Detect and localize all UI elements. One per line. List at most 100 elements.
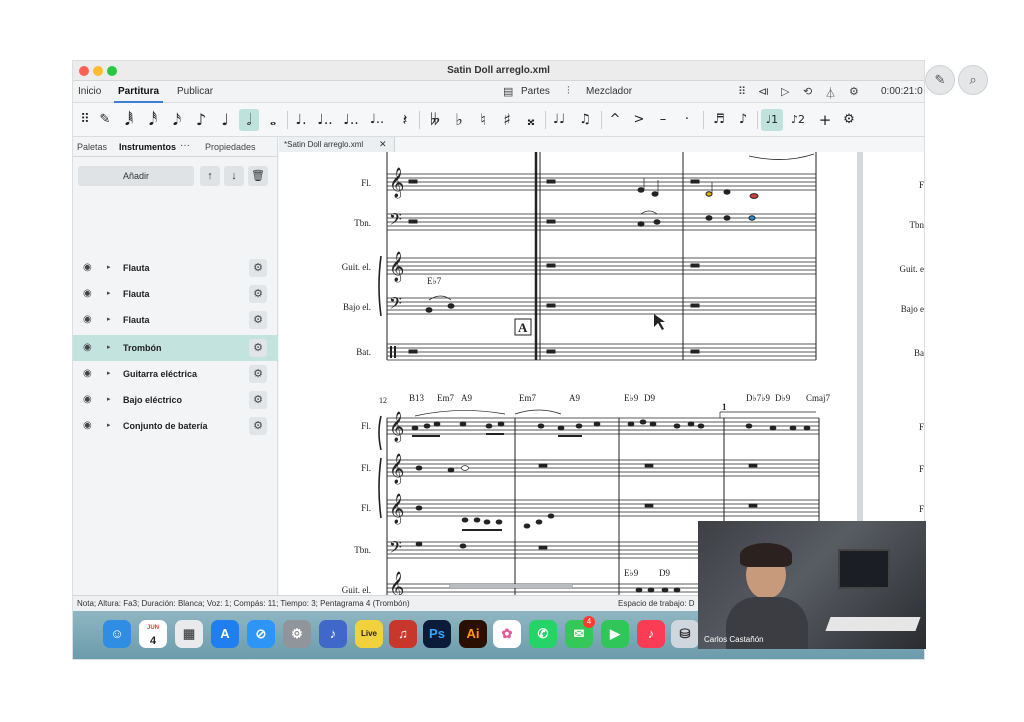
system-settings-icon[interactable]: ⚙ [283,620,311,648]
bass-clef-icon: 𝄢 [389,537,402,561]
expand-arrow-icon[interactable]: ▸ [107,369,111,377]
drag-handle-icon[interactable]: ⠿ [738,85,746,98]
visibility-eye-icon[interactable]: ◉ [83,288,92,299]
workspace-selector[interactable]: Espacio de trabajo: D [618,599,695,608]
visibility-eye-icon[interactable]: ◉ [83,394,92,405]
instrument-row[interactable]: ◉ ▸ Bajo eléctrico ⚙ [73,387,278,413]
play-icon[interactable]: ▷ [781,85,789,98]
expand-arrow-icon[interactable]: ▸ [107,289,111,297]
voice-1-button[interactable]: ♩1 [761,109,783,131]
instrument-row[interactable]: ◉ ▸ Guitarra eléctrica ⚙ [73,361,278,387]
expand-arrow-icon[interactable]: ▸ [107,315,111,323]
instrument-settings-icon[interactable]: ⚙ [249,339,267,357]
app-store-icon[interactable]: A [211,620,239,648]
move-up-icon[interactable]: ↑ [200,166,220,186]
finder-icon[interactable]: ☺ [103,620,131,648]
facetime-icon[interactable]: ▶ [601,620,629,648]
duration-eighth-icon[interactable]: ♪ [191,109,211,131]
tab-propiedades[interactable]: Propiedades [205,142,256,152]
instrument-settings-icon[interactable]: ⚙ [249,391,267,409]
playback-settings-icon[interactable]: ⚙ [849,85,859,98]
instrument-row[interactable]: ◉ ▸ Conjunto de batería ⚙ [73,413,278,439]
delete-icon[interactable]: 🗑 [248,166,268,186]
tab-instrumentos[interactable]: Instrumentos [119,142,176,152]
garageband-icon[interactable]: ♫ [389,620,417,648]
flip-direction-icon[interactable]: ♪ [733,109,753,131]
quadruple-dotted-note-icon[interactable]: ♩.. [367,109,387,131]
toolbar-handle-icon[interactable]: ⠿ [75,109,95,131]
accent-icon[interactable]: > [629,109,649,131]
add-icon[interactable]: + [815,109,835,131]
close-tab-icon[interactable]: ✕ [379,139,387,150]
rest-icon[interactable]: 𝄽 [395,109,415,131]
expand-arrow-icon[interactable]: ▸ [107,421,111,429]
whatsapp-icon[interactable]: ✆ [529,620,557,648]
duration-whole-icon[interactable]: 𝅝 [263,109,283,131]
instrument-settings-icon[interactable]: ⚙ [249,311,267,329]
dotted-note-icon[interactable]: ♩. [291,109,311,131]
duration-half-icon[interactable]: 𝅗𝅥 [239,109,259,131]
loop-icon[interactable]: ⟲ [803,85,812,98]
rewind-icon[interactable]: ⧏ [758,85,769,98]
tab-paletas[interactable]: Paletas [77,142,107,152]
toolbar-settings-icon[interactable]: ⚙ [839,109,859,131]
tab-partitura[interactable]: Partitura [113,86,164,103]
tuplet-icon[interactable]: ♬ [709,109,729,131]
double-dotted-note-icon[interactable]: ♩.. [315,109,335,131]
duration-quarter-icon[interactable]: ♩ [215,109,235,131]
staccato-icon[interactable]: · [677,109,697,131]
duration-32nd-icon[interactable]: 𝅘𝅥𝅰 [143,109,163,131]
instrument-row[interactable]: ◉ ▸ Flauta ⚙ [73,255,278,281]
edit-icon[interactable]: ✎ [925,65,955,95]
duration-16th-icon[interactable]: 𝅘𝅥𝅯 [167,109,187,131]
tenuto-icon[interactable]: – [653,109,673,131]
instrument-settings-icon[interactable]: ⚙ [249,417,267,435]
duration-64th-icon[interactable]: 𝅘𝅥𝅱 [119,109,139,131]
expand-arrow-icon[interactable]: ▸ [107,395,111,403]
visibility-eye-icon[interactable]: ◉ [83,368,92,379]
visibility-eye-icon[interactable]: ◉ [83,342,92,353]
instrument-row[interactable]: ◉ ▸ Flauta ⚙ [73,281,278,307]
visibility-eye-icon[interactable]: ◉ [83,262,92,273]
flat-icon[interactable]: ♭ [449,109,469,131]
tab-publicar[interactable]: Publicar [177,86,213,97]
disk-utility-icon[interactable]: ⛁ [671,620,699,648]
more-options-icon[interactable]: ··· [180,140,190,151]
instrument-settings-icon[interactable]: ⚙ [249,365,267,383]
calendar-icon[interactable]: JUN 4 [139,620,167,648]
ableton-live-icon[interactable]: Live [355,620,383,648]
parts-button[interactable]: Partes [521,86,550,97]
add-instrument-button[interactable]: Añadir [78,166,194,186]
natural-icon[interactable]: ♮ [473,109,493,131]
safari-icon[interactable]: ⊘ [247,620,275,648]
mixer-button[interactable]: Mezclador [586,86,632,97]
document-tab[interactable]: *Satin Doll arreglo.xml ✕ [279,137,395,152]
metronome-icon[interactable]: ⏃ [825,85,836,101]
triple-dotted-note-icon[interactable]: ♩.. [341,109,361,131]
music-icon[interactable]: ♪ [637,620,665,648]
instrument-settings-icon[interactable]: ⚙ [249,285,267,303]
instrument-settings-icon[interactable]: ⚙ [249,259,267,277]
double-sharp-icon[interactable]: 𝄪 [521,109,541,131]
move-down-icon[interactable]: ↓ [224,166,244,186]
note-input-pencil-icon[interactable]: ✎ [95,109,115,131]
tab-inicio[interactable]: Inicio [78,86,101,97]
musescore-icon[interactable]: ♪ [319,620,347,648]
instrument-row[interactable]: ◉ ▸ Flauta ⚙ [73,307,278,333]
visibility-eye-icon[interactable]: ◉ [83,314,92,325]
search-icon[interactable]: ⌕ [958,65,988,95]
expand-arrow-icon[interactable]: ▸ [107,263,111,271]
photos-icon[interactable]: ✿ [493,620,521,648]
sharp-icon[interactable]: ♯ [497,109,517,131]
visibility-eye-icon[interactable]: ◉ [83,420,92,431]
voice-2-button[interactable]: ♪2 [787,109,809,131]
double-flat-icon[interactable]: 𝄫 [425,109,445,131]
slur-icon[interactable]: ♫ [575,109,595,131]
photoshop-icon[interactable]: Ps [423,620,451,648]
marcato-icon[interactable]: ^ [605,109,625,131]
launchpad-icon[interactable]: ▦ [175,620,203,648]
expand-arrow-icon[interactable]: ▸ [107,343,111,351]
illustrator-icon[interactable]: Ai [459,620,487,648]
tie-icon[interactable]: ♩♩ [549,109,569,131]
instrument-row-selected[interactable]: ◉ ▸ Trombón ⚙ [73,335,278,361]
